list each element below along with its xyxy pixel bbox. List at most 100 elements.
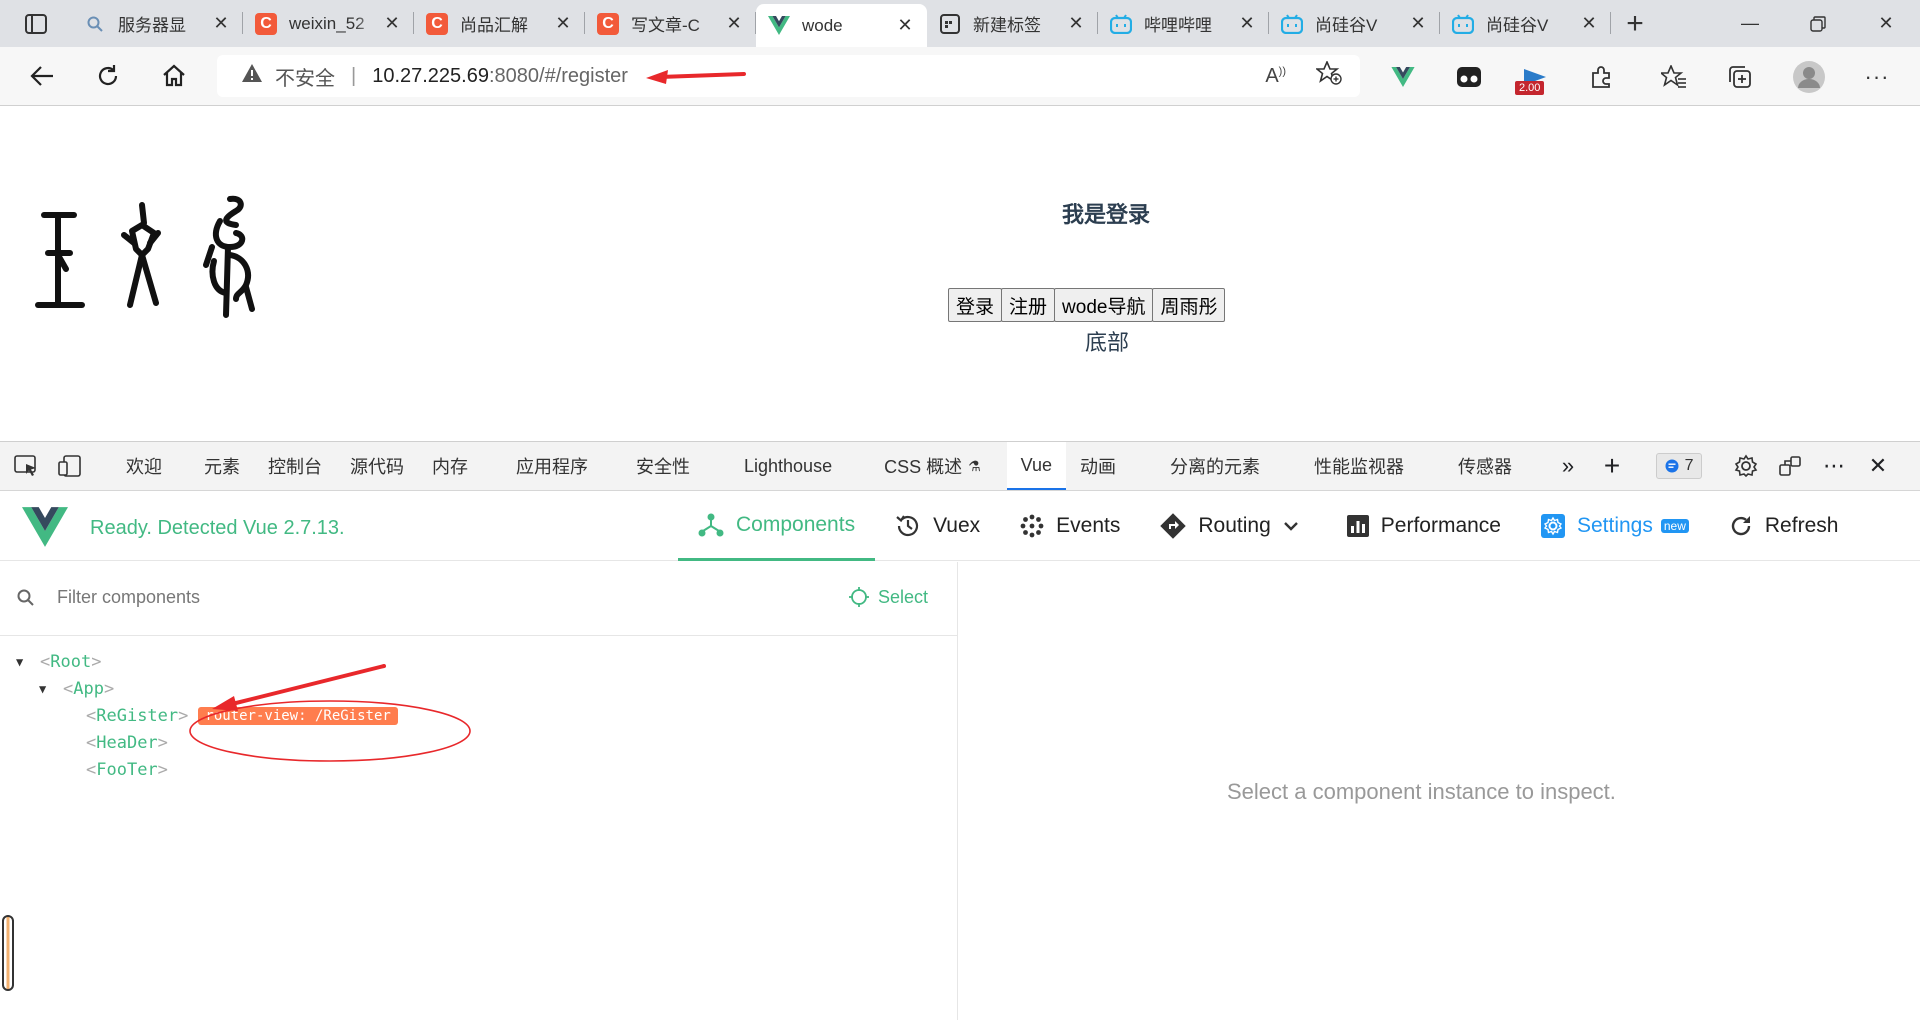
- tab-title: 哔哩哔哩: [1144, 16, 1212, 35]
- read-aloud-icon[interactable]: A)): [1265, 65, 1286, 88]
- tree-node-header[interactable]: < HeaDer >: [86, 729, 168, 757]
- refresh-icon[interactable]: [75, 47, 141, 106]
- more-tabs-icon[interactable]: »: [1546, 442, 1590, 490]
- tree-node-register[interactable]: < ReGister > router-view: /ReGister: [86, 702, 398, 730]
- browser-tab-active[interactable]: wode ✕: [756, 4, 927, 47]
- performance-tab[interactable]: Performance: [1327, 491, 1521, 561]
- history-icon: [896, 515, 919, 537]
- add-tab-icon[interactable]: +: [1590, 442, 1634, 490]
- devtools-tab-lighthouse[interactable]: Lighthouse: [730, 442, 846, 490]
- add-favorite-icon[interactable]: [1314, 59, 1342, 91]
- wode-nav-button[interactable]: wode导航: [1054, 288, 1154, 322]
- close-tab-icon[interactable]: ✕: [1579, 13, 1599, 34]
- profile-avatar[interactable]: [1789, 47, 1829, 106]
- devtools-tab-performance-monitor[interactable]: 性能监视器: [1300, 442, 1418, 490]
- devtools-tab-application[interactable]: 应用程序: [502, 442, 602, 490]
- playback-speed-extension-icon[interactable]: 2.00: [1515, 47, 1555, 106]
- register-button[interactable]: 注册: [1001, 288, 1056, 322]
- tree-node-root[interactable]: ▼ < Root >: [16, 648, 101, 676]
- devtools-tab-security[interactable]: 安全性: [622, 442, 704, 490]
- close-tab-icon[interactable]: ✕: [382, 13, 402, 34]
- back-icon[interactable]: [9, 47, 75, 106]
- extensions-puzzle-icon[interactable]: [1581, 47, 1621, 106]
- browser-tab[interactable]: C weixin_52 ✕: [243, 0, 414, 47]
- close-tab-icon[interactable]: ✕: [1237, 13, 1257, 34]
- filter-components-input[interactable]: Filter components: [57, 587, 200, 608]
- settings-gear-icon[interactable]: [1724, 442, 1768, 490]
- close-tab-icon[interactable]: ✕: [211, 13, 231, 34]
- vuex-tab[interactable]: Vuex: [875, 491, 1000, 561]
- close-tab-icon[interactable]: ✕: [724, 13, 744, 34]
- warning-icon[interactable]: [241, 63, 263, 89]
- home-icon[interactable]: [141, 47, 207, 106]
- close-tab-icon[interactable]: ✕: [1408, 13, 1428, 34]
- inspect-element-icon[interactable]: [4, 442, 48, 490]
- vue-status: Ready. Detected Vue 2.7.13.: [90, 517, 345, 539]
- issues-counter[interactable]: 7: [1634, 442, 1724, 490]
- vue-logo-icon: [22, 507, 68, 552]
- expanded-arrow-icon[interactable]: ▼: [39, 682, 53, 696]
- select-component-button[interactable]: Select: [848, 586, 928, 608]
- tab-actions-icon[interactable]: [0, 0, 72, 47]
- devtools-tab-detached-elements[interactable]: 分离的元素: [1156, 442, 1274, 490]
- devtools-tab-welcome[interactable]: 欢迎: [112, 442, 176, 490]
- more-menu-icon[interactable]: ···: [1857, 47, 1897, 106]
- page-footer: 底部: [1085, 330, 1130, 355]
- devtools-tab-css-overview[interactable]: CSS 概述 ⚗: [870, 442, 995, 490]
- favorites-icon[interactable]: [1654, 47, 1694, 106]
- message-count: 7: [1684, 457, 1694, 474]
- minimize-icon[interactable]: —: [1716, 0, 1784, 47]
- scrollbar-thumb[interactable]: [2, 915, 14, 991]
- browser-tab[interactable]: 尚硅谷V ✕: [1269, 0, 1440, 47]
- browser-tab[interactable]: C 尚品汇解 ✕: [414, 0, 585, 47]
- browser-tab[interactable]: 新建标签 ✕: [927, 0, 1098, 47]
- close-window-icon[interactable]: ✕: [1852, 0, 1920, 47]
- tree-node-app[interactable]: ▼ < App >: [39, 675, 114, 703]
- close-tab-icon[interactable]: ✕: [1066, 13, 1086, 34]
- browser-tab[interactable]: 哔哩哔哩 ✕: [1098, 0, 1269, 47]
- devtools-tab-bar: 欢迎 元素 控制台 源代码 内存 应用程序 安全性 Lighthouse CSS…: [0, 441, 1920, 491]
- browser-tab[interactable]: C 写文章-C ✕: [585, 0, 756, 47]
- devtools-tab-sources[interactable]: 源代码: [336, 442, 418, 490]
- devtools-tab-sensors[interactable]: 传感器: [1444, 442, 1526, 490]
- address-bar[interactable]: 不安全 | 10.27.225.69:8080/#/register A)): [217, 55, 1360, 97]
- extension-icon[interactable]: [1449, 47, 1489, 106]
- devtools-tab-elements[interactable]: 元素: [190, 442, 254, 490]
- restore-icon[interactable]: [1784, 0, 1852, 47]
- zhou-yutong-button[interactable]: 周雨彤: [1152, 288, 1226, 322]
- expanded-arrow-icon[interactable]: ▼: [16, 655, 30, 669]
- vue-devtools-extension-icon[interactable]: [1383, 47, 1423, 106]
- routing-tab[interactable]: Routing: [1140, 491, 1318, 561]
- bilibili-icon: [1281, 13, 1303, 35]
- devtools-tab-animations[interactable]: 动画: [1066, 442, 1130, 490]
- close-tab-icon[interactable]: ✕: [553, 13, 573, 34]
- chevron-down-icon[interactable]: [1283, 514, 1299, 538]
- login-button[interactable]: 登录: [948, 288, 1003, 322]
- settings-label: Settings: [1576, 514, 1653, 537]
- search-icon: [16, 588, 36, 613]
- devtools-more-icon[interactable]: ⋯: [1812, 442, 1856, 490]
- browser-tab[interactable]: 服务器显 ✕: [72, 0, 243, 47]
- refresh-tab[interactable]: Refresh: [1709, 491, 1859, 561]
- collections-icon[interactable]: [1720, 47, 1760, 106]
- tree-node-footer[interactable]: < FooTer >: [86, 756, 168, 784]
- devtools-tab-memory[interactable]: 内存: [418, 442, 482, 490]
- csdn-icon: C: [426, 12, 448, 35]
- events-tab[interactable]: Events: [1000, 491, 1140, 561]
- csdn-icon: C: [255, 12, 277, 35]
- refresh-icon: [1731, 516, 1751, 536]
- router-view-tag: router-view: /ReGister: [198, 707, 398, 725]
- settings-tab[interactable]: Settings new: [1521, 491, 1709, 561]
- devtools-tab-console[interactable]: 控制台: [254, 442, 336, 490]
- devtools-tab-vue[interactable]: Vue: [1006, 442, 1067, 490]
- close-tab-icon[interactable]: ✕: [895, 15, 915, 36]
- components-tab[interactable]: Components: [678, 491, 876, 561]
- device-emulation-icon[interactable]: [48, 442, 92, 490]
- new-tab-button[interactable]: +: [1611, 0, 1659, 47]
- page-title: 我是登录: [1062, 202, 1151, 227]
- remote-devices-icon[interactable]: [1768, 442, 1812, 490]
- close-devtools-icon[interactable]: ✕: [1856, 442, 1900, 490]
- browser-tab[interactable]: 尚硅谷V ✕: [1440, 0, 1611, 47]
- url-host: 10.27.225.69: [372, 64, 489, 87]
- tab-title: weixin_52: [289, 13, 365, 33]
